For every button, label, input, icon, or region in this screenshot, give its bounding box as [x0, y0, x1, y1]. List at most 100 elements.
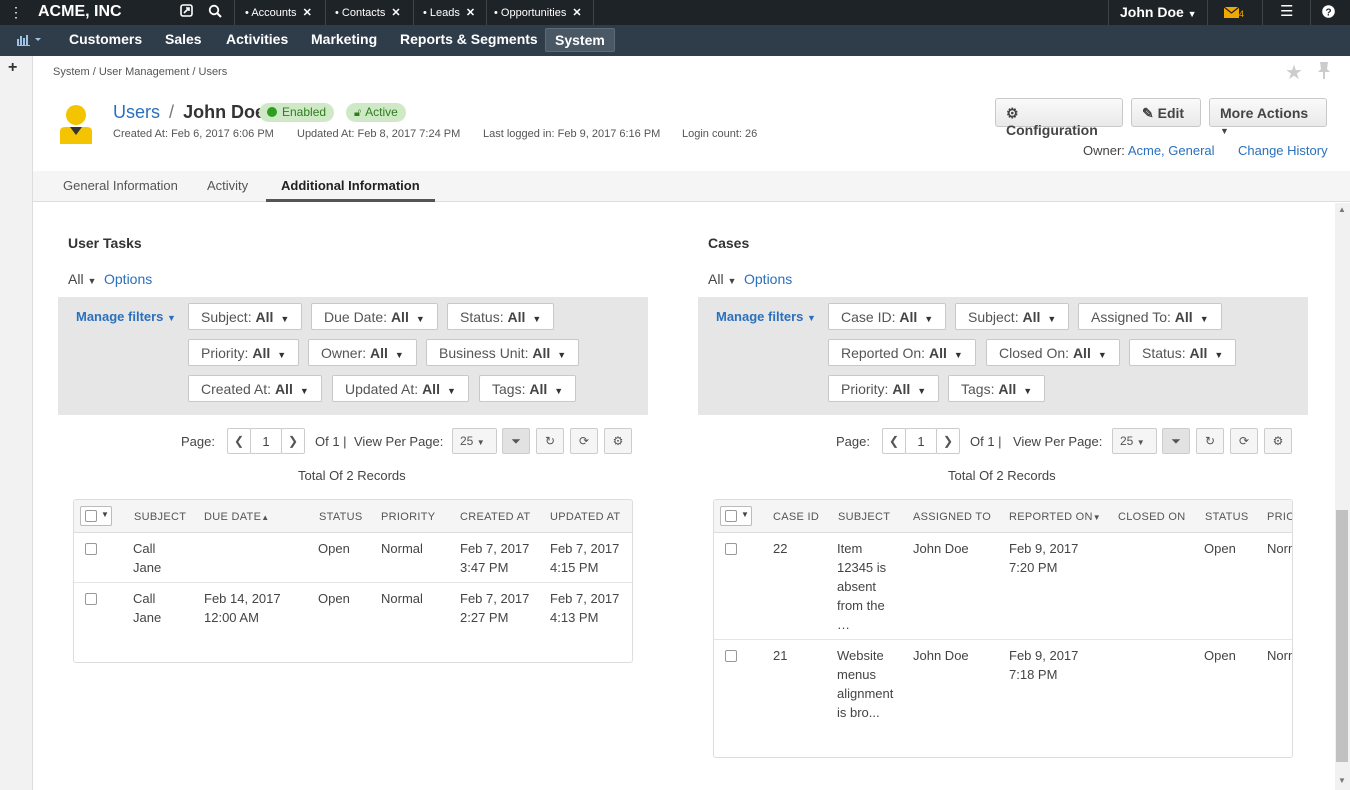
nav-reports-segments[interactable]: Reports & Segments — [400, 31, 538, 47]
close-icon[interactable]: ✕ — [466, 7, 475, 19]
filter-toggle-button[interactable]: ⏷ — [502, 428, 530, 454]
pin-bar-icon[interactable] — [180, 4, 193, 20]
pinned-tab-leads[interactable]: • Leads ✕ — [423, 6, 475, 19]
filter-created-at[interactable]: Created At: All ▼ — [188, 375, 322, 402]
column-header-reported-on[interactable]: REPORTED ON▼ — [1009, 511, 1101, 523]
checkbox[interactable] — [85, 510, 97, 522]
search-icon[interactable] — [208, 4, 222, 21]
cases-manage-filters[interactable]: Manage filters ▼ — [716, 309, 816, 324]
filter-status[interactable]: Status: All ▼ — [447, 303, 555, 330]
prev-page-button[interactable]: ❮ — [227, 428, 251, 454]
filter-case-id[interactable]: Case ID: All ▼ — [828, 303, 947, 330]
close-icon[interactable]: ✕ — [391, 7, 400, 19]
page-input[interactable]: 1 — [905, 428, 937, 454]
column-header-subject[interactable]: SUBJECT — [134, 511, 186, 523]
tab-general-information[interactable]: General Information — [63, 178, 178, 193]
filter-priority[interactable]: Priority: All ▼ — [828, 375, 940, 402]
reset-button[interactable]: ⟳ — [570, 428, 598, 454]
filter-assigned-to[interactable]: Assigned To: All ▼ — [1078, 303, 1222, 330]
prev-page-button[interactable]: ❮ — [882, 428, 906, 454]
dashboard-icon[interactable] — [17, 33, 43, 50]
column-header-status[interactable]: STATUS — [319, 511, 363, 523]
column-header-updated-at[interactable]: UPDATED AT — [550, 511, 620, 523]
column-header-status[interactable]: STATUS — [1205, 511, 1249, 523]
filter-toggle-button[interactable]: ⏷ — [1162, 428, 1190, 454]
tasks-all-selector[interactable]: All ▼ — [68, 271, 96, 287]
column-header-created-at[interactable]: CREATED AT — [460, 511, 530, 523]
add-icon[interactable]: + — [8, 59, 17, 77]
help-icon[interactable]: ? — [1322, 5, 1335, 21]
filter-tags[interactable]: Tags: All ▼ — [479, 375, 577, 402]
row-checkbox[interactable] — [85, 543, 97, 555]
reset-button[interactable]: ⟳ — [1230, 428, 1258, 454]
filter-updated-at[interactable]: Updated At: All ▼ — [332, 375, 469, 402]
grid-settings-button[interactable]: ⚙ — [1264, 428, 1292, 454]
page-input[interactable]: 1 — [250, 428, 282, 454]
user-menu[interactable]: John Doe ▼ — [1120, 4, 1197, 20]
cases-all-selector[interactable]: All ▼ — [708, 271, 736, 287]
row-checkbox[interactable] — [725, 650, 737, 662]
filter-subject[interactable]: Subject: All ▼ — [188, 303, 303, 330]
tab-activity[interactable]: Activity — [207, 178, 248, 193]
filter-business-unit[interactable]: Business Unit: All ▼ — [426, 339, 580, 366]
nav-system[interactable]: System — [545, 28, 615, 52]
checkbox[interactable] — [725, 510, 737, 522]
pinned-tab-contacts[interactable]: • Contacts ✕ — [335, 6, 401, 19]
nav-marketing[interactable]: Marketing — [311, 31, 377, 47]
next-page-button[interactable]: ❯ — [281, 428, 305, 454]
edit-button[interactable]: ✎ Edit — [1131, 98, 1201, 127]
filter-status[interactable]: Status: All ▼ — [1129, 339, 1237, 366]
column-header-closed-on[interactable]: CLOSED ON — [1118, 511, 1186, 523]
company-logo[interactable]: ACME, INC — [38, 3, 122, 21]
filter-owner[interactable]: Owner: All ▼ — [308, 339, 417, 366]
pinned-tab-opportunities[interactable]: • Opportunities ✕ — [494, 6, 582, 19]
nav-customers[interactable]: Customers — [69, 31, 142, 47]
cell-assigned-to-link[interactable]: John Doe — [913, 539, 969, 558]
more-actions-button[interactable]: More Actions ▼ — [1209, 98, 1327, 136]
per-page-select[interactable]: 25 ▼ — [452, 428, 497, 454]
next-page-button[interactable]: ❯ — [936, 428, 960, 454]
column-header-subject[interactable]: SUBJECT — [838, 511, 890, 523]
select-all-dropdown[interactable]: ▼ — [720, 506, 752, 526]
configuration-button[interactable]: ⚙ Configuration — [995, 98, 1123, 138]
email-icon[interactable]: 4 — [1223, 5, 1246, 22]
column-header-priority[interactable]: PRIO — [1267, 511, 1292, 523]
per-page-select[interactable]: 25 ▼ — [1112, 428, 1157, 454]
owner-link[interactable]: Acme, General — [1128, 143, 1215, 158]
row-checkbox[interactable] — [725, 543, 737, 555]
scroll-up-icon[interactable]: ▲ — [1338, 205, 1346, 214]
pinned-tab-accounts[interactable]: • Accounts ✕ — [245, 6, 312, 19]
filter-reported-on[interactable]: Reported On: All ▼ — [828, 339, 976, 366]
grid-settings-button[interactable]: ⚙ — [604, 428, 632, 454]
filter-subject[interactable]: Subject: All ▼ — [955, 303, 1070, 330]
cell-assigned-to-link[interactable]: John Doe — [913, 646, 969, 665]
tasks-manage-filters[interactable]: Manage filters ▼ — [76, 309, 176, 324]
menu-icon[interactable]: ☰ — [1280, 2, 1293, 20]
scrollbar-thumb[interactable] — [1336, 510, 1348, 762]
nav-sales[interactable]: Sales — [165, 31, 202, 47]
tab-additional-information[interactable]: Additional Information — [266, 178, 435, 202]
column-header-case-id[interactable]: CASE ID — [773, 511, 819, 523]
favorite-star-icon[interactable]: ★ — [1285, 60, 1303, 85]
pin-icon[interactable] — [1317, 62, 1331, 83]
filter-tags[interactable]: Tags: All ▼ — [948, 375, 1046, 402]
refresh-button[interactable]: ↻ — [536, 428, 564, 454]
close-icon[interactable]: ✕ — [303, 7, 312, 19]
scroll-down-icon[interactable]: ▼ — [1338, 776, 1346, 785]
close-icon[interactable]: ✕ — [572, 7, 581, 19]
nav-activities[interactable]: Activities — [226, 31, 288, 47]
column-header-due-date[interactable]: DUE DATE▲ — [204, 511, 269, 523]
row-checkbox[interactable] — [85, 593, 97, 605]
filter-priority[interactable]: Priority: All ▼ — [188, 339, 300, 366]
users-link[interactable]: Users — [113, 102, 160, 122]
filter-closed-on[interactable]: Closed On: All ▼ — [986, 339, 1120, 366]
change-history-link[interactable]: Change History — [1238, 143, 1328, 158]
filter-due-date[interactable]: Due Date: All ▼ — [311, 303, 438, 330]
app-menu-icon[interactable]: ⋮ — [9, 4, 23, 21]
cases-options-link[interactable]: Options — [744, 271, 792, 287]
column-header-priority[interactable]: PRIORITY — [381, 511, 435, 523]
column-header-assigned-to[interactable]: ASSIGNED TO — [913, 511, 991, 523]
refresh-button[interactable]: ↻ — [1196, 428, 1224, 454]
select-all-dropdown[interactable]: ▼ — [80, 506, 112, 526]
tasks-options-link[interactable]: Options — [104, 271, 152, 287]
